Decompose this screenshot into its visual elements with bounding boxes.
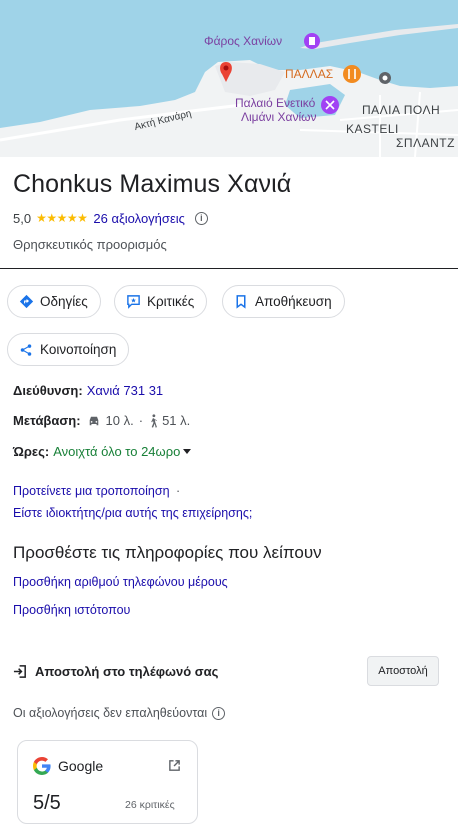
map-label-old-harbour-line1: Παλαιό Ενετικό (235, 96, 316, 110)
owner-link[interactable]: Είστε ιδιοκτήτης/ρια αυτής της επιχείρησ… (13, 506, 252, 520)
restaurant-marker-icon (343, 65, 361, 83)
google-review-card[interactable]: Google 5/5 26 κριτικές (17, 740, 198, 824)
send-to-phone-row: Αποστολή στο τηλέφωνό σας (13, 664, 218, 679)
transit-separator: · (138, 413, 144, 428)
add-website-link[interactable]: Προσθήκη ιστότοπου (13, 603, 130, 617)
suggest-edit-link[interactable]: Προτείνετε μια τροποποίηση (13, 484, 170, 498)
walk-icon (148, 413, 158, 428)
hours-value[interactable]: Ανοιχτά όλο το 24ωρο (53, 444, 180, 459)
reviews-note-text: Οι αξιολογήσεις δεν επαληθεύονται (13, 706, 208, 720)
reviews-info-icon[interactable]: i (212, 706, 226, 720)
car-icon (87, 415, 101, 427)
map-label-lighthouse: Φάρος Χανίων (204, 34, 283, 48)
share-icon (18, 342, 34, 358)
info-icon[interactable]: i (194, 211, 208, 225)
address-link[interactable]: Χανιά 731 31 (87, 383, 163, 398)
header-divider (0, 268, 458, 269)
missing-info-title: Προσθέστε τις πληροφορίες που λείπουν (13, 543, 322, 562)
place-title: Chonkus Maximus Χανιά (13, 170, 292, 198)
rating-value: 5,0 (13, 210, 32, 226)
save-label: Αποθήκευση (255, 294, 332, 309)
drive-time: 10 λ. (105, 413, 134, 428)
hours-label: Ώρες: (13, 444, 50, 459)
reviews-label: Κριτικές (147, 294, 195, 309)
transit-label: Μετάβαση: (13, 413, 81, 428)
directions-label: Οδηγίες (40, 294, 88, 309)
review-source-name: Google (58, 758, 104, 774)
map-label-kasteli: KASTELI (346, 122, 399, 136)
map-label-splantzia: ΣΠΛΑΝΤΖ (396, 136, 455, 150)
address-label: Διεύθυνση: (13, 383, 83, 398)
transit-row: Μετάβαση: 10 λ. · 51 λ. (13, 413, 190, 428)
reviews-link[interactable]: 26 αξιολογήσεις (93, 211, 185, 226)
review-score: 5/5 (33, 792, 61, 814)
rating-row: 5,0 ★★★★★ 26 αξιολογήσεις i (13, 209, 208, 227)
send-to-phone-icon (13, 664, 28, 679)
map-preview[interactable]: Φάρος Χανίων ΠΑΛΛΑΣ Παλαιό Ενετικό Λιμάν… (0, 0, 458, 157)
hours-row[interactable]: Ώρες: Ανοιχτά όλο το 24ωρο (13, 444, 192, 459)
map-label-pallas: ΠΑΛΛΑΣ (285, 67, 334, 81)
external-link-icon[interactable] (168, 759, 181, 777)
directions-button[interactable]: Οδηγίες (7, 285, 101, 318)
place-category: Θρησκευτικός προορισμός (13, 237, 167, 252)
directions-icon (18, 294, 34, 310)
google-logo-icon (33, 757, 51, 780)
add-phone-link[interactable]: Προσθήκη αριθμού τηλεφώνου μέρους (13, 575, 228, 589)
reviews-unverified-note: Οι αξιολογήσεις δεν επαληθεύονται i (13, 706, 226, 720)
review-icon (125, 294, 141, 310)
send-to-phone-label: Αποστολή στο τηλέφωνό σας (35, 664, 219, 679)
share-button[interactable]: Κοινοποίηση (7, 333, 130, 366)
walk-time: 51 λ. (162, 413, 191, 428)
share-label: Κοινοποίηση (40, 342, 117, 357)
review-count: 26 κριτικές (125, 799, 175, 811)
send-button[interactable]: Αποστολή (367, 656, 439, 686)
suggest-edit-row: Προτείνετε μια τροποποίηση · (13, 484, 180, 498)
address-row: Διεύθυνση: Χανιά 731 31 (13, 383, 163, 398)
rating-stars: ★★★★★ (36, 211, 88, 225)
chevron-down-icon[interactable] (183, 448, 192, 455)
bookmark-icon (233, 294, 249, 310)
reviews-button[interactable]: Κριτικές (114, 285, 208, 318)
map-label-old-harbour-line2: Λιμάνι Χανίων (241, 110, 317, 124)
suggest-dot: · (176, 484, 181, 498)
save-button[interactable]: Αποθήκευση (222, 285, 345, 318)
map-label-old-town: ΠΑΛΙΑ ΠΟΛΗ (362, 103, 441, 117)
